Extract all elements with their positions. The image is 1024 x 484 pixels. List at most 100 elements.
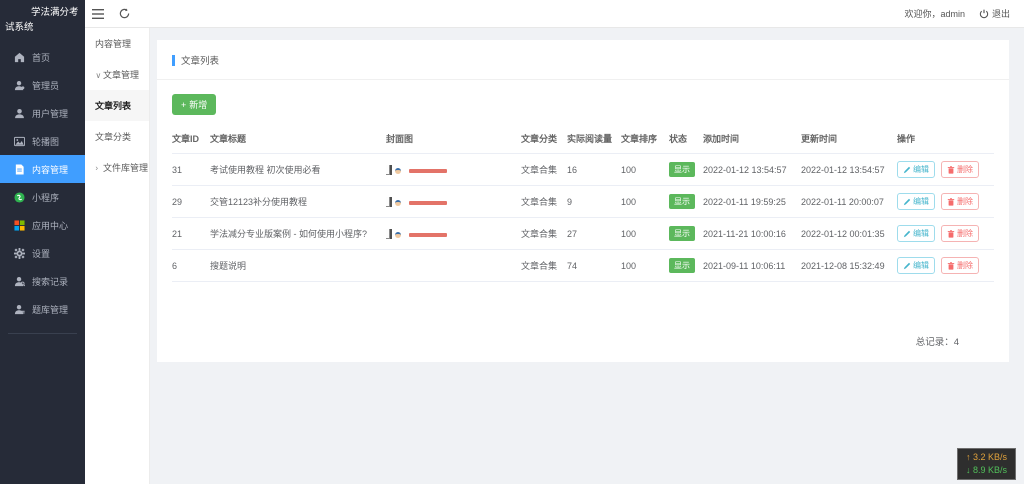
delete-button[interactable]: 删除: [941, 161, 979, 178]
table-row: 29 交管12123补分使用教程 学法减分 文章合集 9 100 显示 2022…: [172, 186, 994, 218]
col-header: 状态: [669, 132, 703, 145]
submenu-item-article-list[interactable]: 文章列表: [85, 90, 149, 121]
submenu-section-content[interactable]: 内容管理: [85, 28, 149, 59]
col-header: 实际阅读量: [567, 132, 621, 145]
delete-button[interactable]: 删除: [941, 225, 979, 242]
edit-button[interactable]: 编辑: [897, 225, 935, 242]
cell-status: 显示: [669, 258, 703, 273]
sidebar-item-label: 首页: [32, 51, 50, 64]
sidebar-item-carousel[interactable]: 轮播图: [0, 127, 85, 155]
cell-operations: 编辑 删除: [897, 225, 994, 242]
cell-category: 文章合集: [521, 227, 567, 240]
submenu-group-files[interactable]: ›文件库管理: [85, 152, 149, 183]
sidebar-item-label: 题库管理: [32, 303, 68, 316]
pencil-icon: [903, 166, 911, 174]
sidebar-item-appcenter[interactable]: 应用中心: [0, 211, 85, 239]
status-badge: 显示: [669, 258, 695, 273]
cover-image: 学法减分: [386, 197, 392, 207]
cell-article-id: 31: [172, 165, 210, 175]
miniprogram-icon: [13, 191, 25, 203]
sidebar-item-home[interactable]: 首页: [0, 43, 85, 71]
table-row: 21 学法减分专业版案例 - 如何使用小程序? 学法减分 文章合集 27 100…: [172, 218, 994, 250]
col-header: 文章ID: [172, 132, 210, 145]
netspeed-widget: ↑ 3.2 KB/s ↓ 8.9 KB/s: [957, 448, 1016, 480]
article-list-card: 文章列表 + 新增 文章ID 文章标题 封面图 文章分类 实际阅读量 文章排序 …: [157, 40, 1009, 362]
submenu-group-articles[interactable]: ∨文章管理: [85, 59, 149, 90]
power-icon: [979, 9, 989, 19]
cell-article-id: 6: [172, 261, 210, 271]
cell-reads: 9: [567, 197, 621, 207]
chevron-down-icon: ∨: [95, 71, 102, 81]
settings-icon: [13, 247, 25, 259]
sidebar-item-label: 搜索记录: [32, 275, 68, 288]
page-title: 文章列表: [172, 53, 994, 67]
user-icon: [13, 107, 25, 119]
cell-reads: 16: [567, 165, 621, 175]
col-header: 文章排序: [621, 132, 669, 145]
submenu-item-label: 文章列表: [95, 101, 131, 111]
carousel-icon: [13, 135, 25, 147]
submenu-section-label: 内容管理: [95, 39, 131, 49]
admin-icon: [13, 79, 25, 91]
home-icon: [13, 51, 25, 63]
appcenter-icon: [13, 219, 25, 231]
total-records: 总记录：4: [916, 334, 959, 348]
edit-button[interactable]: 编辑: [897, 161, 935, 178]
col-header: 操作: [897, 132, 994, 145]
main-content: 文章列表 + 新增 文章ID 文章标题 封面图 文章分类 实际阅读量 文章排序 …: [150, 28, 1024, 484]
status-badge: 显示: [669, 226, 695, 241]
cell-updated-time: 2022-01-11 20:00:07: [801, 197, 897, 207]
refresh-icon[interactable]: [111, 0, 137, 28]
hamburger-icon[interactable]: [85, 0, 111, 28]
sidebar-item-questionbank[interactable]: 题库管理: [0, 295, 85, 323]
submenu-group-label: 文件库管理: [103, 163, 148, 173]
divider: [157, 79, 1009, 80]
cell-article-title: 学法减分专业版案例 - 如何使用小程序?: [210, 227, 386, 240]
submenu-group-label: 文章管理: [103, 70, 139, 80]
cell-cover: 学法减分: [386, 197, 521, 207]
cell-operations: 编辑 删除: [897, 257, 994, 274]
sidebar-item-label: 小程序: [32, 191, 59, 204]
edit-button[interactable]: 编辑: [897, 193, 935, 210]
delete-button[interactable]: 删除: [941, 257, 979, 274]
sidebar-item-settings[interactable]: 设置: [0, 239, 85, 267]
cell-article-title: 交管12123补分使用教程: [210, 195, 386, 208]
cell-updated-time: 2021-12-08 15:32:49: [801, 261, 897, 271]
cell-sort: 100: [621, 261, 669, 271]
cell-added-time: 2022-01-11 19:59:25: [703, 197, 801, 207]
cell-added-time: 2022-01-12 13:54:57: [703, 165, 801, 175]
secondary-sidebar: 内容管理 ∨文章管理 文章列表 文章分类 ›文件库管理: [85, 28, 150, 484]
submenu-item-label: 文章分类: [95, 132, 131, 142]
cell-sort: 100: [621, 165, 669, 175]
logout-label: 退出: [992, 7, 1010, 20]
sidebar-item-miniprogram[interactable]: 小程序: [0, 183, 85, 211]
sidebar-divider: [8, 333, 77, 334]
cell-status: 显示: [669, 194, 703, 209]
cell-article-title: 搜题说明: [210, 259, 386, 272]
welcome-text: 欢迎你，admin: [904, 7, 965, 20]
table-row: 31 考试使用教程 初次使用必看 学法减分 文章合集 16 100 显示 202…: [172, 154, 994, 186]
status-badge: 显示: [669, 162, 695, 177]
cell-article-title: 考试使用教程 初次使用必看: [210, 163, 386, 176]
sidebar-item-admin[interactable]: 管理员: [0, 71, 85, 99]
content-icon: [13, 163, 25, 175]
table-row: 6 搜题说明 学法减分专业版 轻松搜题 让你的驾照满分复活 文章合集 74 10…: [172, 250, 994, 282]
add-article-button[interactable]: + 新增: [172, 94, 216, 115]
chevron-right-icon: ›: [95, 164, 102, 173]
col-header: 更新时间: [801, 132, 897, 145]
sidebar-item-content[interactable]: 内容管理: [0, 155, 85, 183]
sidebar-item-searchlog[interactable]: 搜索记录: [0, 267, 85, 295]
pencil-icon: [903, 262, 911, 270]
delete-button[interactable]: 删除: [941, 193, 979, 210]
col-header: 文章标题: [210, 132, 386, 145]
cell-added-time: 2021-11-21 10:00:16: [703, 229, 801, 239]
cell-category: 文章合集: [521, 163, 567, 176]
table-header-row: 文章ID 文章标题 封面图 文章分类 实际阅读量 文章排序 状态 添加时间 更新…: [172, 127, 994, 154]
sidebar-item-label: 内容管理: [32, 163, 68, 176]
submenu-item-article-category[interactable]: 文章分类: [85, 121, 149, 152]
pencil-icon: [903, 198, 911, 206]
sidebar-item-users[interactable]: 用户管理: [0, 99, 85, 127]
edit-button[interactable]: 编辑: [897, 257, 935, 274]
plus-icon: +: [181, 100, 186, 110]
logout-button[interactable]: 退出: [979, 7, 1010, 20]
